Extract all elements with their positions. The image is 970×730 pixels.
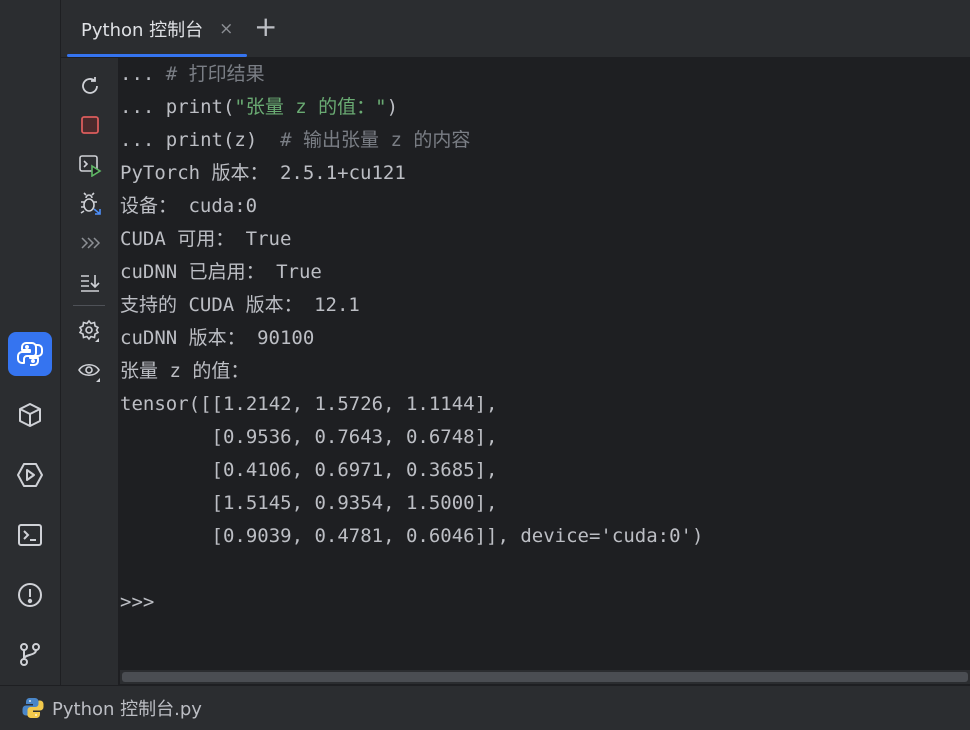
console-line: [0.4106, 0.6971, 0.3685], bbox=[120, 454, 498, 487]
console-line: cuDNN 已启用： True bbox=[120, 256, 322, 289]
console-line: ... print(z) # 输出张量 z 的内容 bbox=[120, 124, 470, 157]
variables-view-icon[interactable] bbox=[75, 356, 105, 386]
console-text: ) bbox=[386, 96, 399, 118]
console-text: PyTorch 版本： 2.5.1+cu121 bbox=[120, 162, 406, 184]
console-line: 支持的 CUDA 版本： 12.1 bbox=[120, 289, 360, 322]
git-icon[interactable] bbox=[8, 632, 52, 676]
terminal-icon[interactable] bbox=[8, 513, 52, 557]
console-line: >>> bbox=[120, 586, 154, 619]
tab-python-console[interactable]: Python 控制台 × bbox=[67, 0, 247, 57]
console-text: "张量 z 的值：" bbox=[234, 96, 387, 118]
python-packages-icon[interactable] bbox=[8, 393, 52, 437]
console-line: tensor([[1.2142, 1.5726, 1.1144], bbox=[120, 388, 498, 421]
settings-icon[interactable] bbox=[75, 316, 105, 346]
console-text: 张量 z 的值： bbox=[120, 360, 250, 382]
execute-console-icon[interactable] bbox=[75, 150, 105, 180]
console-text: tensor([[1.2142, 1.5726, 1.1144], bbox=[120, 393, 498, 415]
console-text: CUDA 可用： True bbox=[120, 228, 292, 250]
scrollbar-thumb[interactable] bbox=[122, 672, 968, 682]
console-text: 支持的 CUDA 版本： 12.1 bbox=[120, 294, 360, 316]
rerun-icon[interactable] bbox=[75, 71, 105, 101]
debug-icon[interactable] bbox=[75, 189, 105, 219]
console-line: 张量 z 的值： bbox=[120, 355, 249, 388]
python-console-icon[interactable] bbox=[8, 332, 52, 376]
status-file-label: Python 控制台.py bbox=[52, 699, 202, 720]
console-line: [0.9536, 0.7643, 0.6748], bbox=[120, 421, 498, 454]
scroll-to-end-icon[interactable] bbox=[75, 267, 105, 297]
problems-icon[interactable] bbox=[8, 573, 52, 617]
console-line: ... # 打印结果 bbox=[120, 58, 265, 91]
console-text: [0.4106, 0.6971, 0.3685], bbox=[120, 459, 498, 481]
stop-icon[interactable] bbox=[75, 110, 105, 140]
python-file-icon bbox=[22, 697, 44, 719]
console-text: ... print( bbox=[120, 96, 235, 118]
add-tab-icon[interactable]: + bbox=[254, 12, 277, 42]
console-toolbar bbox=[61, 58, 119, 685]
console-text: cuDNN 版本： 90100 bbox=[120, 327, 315, 349]
console-text: cuDNN 已启用： True bbox=[120, 261, 322, 283]
services-icon[interactable] bbox=[8, 453, 52, 497]
console-text: [0.9536, 0.7643, 0.6748], bbox=[120, 426, 498, 448]
console-text: ... bbox=[120, 63, 166, 85]
console-output[interactable]: ... # 打印结果... print("张量 z 的值：")... print… bbox=[120, 58, 970, 670]
tab-label: Python 控制台 bbox=[81, 19, 204, 41]
console-text: [1.5145, 0.9354, 1.5000], bbox=[120, 492, 498, 514]
close-icon[interactable]: × bbox=[219, 19, 233, 39]
console-text: # 打印结果 bbox=[165, 63, 265, 85]
console-line: 设备： cuda:0 bbox=[120, 190, 257, 223]
tab-bar: Python 控制台 × + bbox=[61, 0, 970, 58]
toolbar-divider bbox=[73, 305, 105, 306]
horizontal-scrollbar[interactable] bbox=[120, 670, 970, 684]
console-text: 设备： cuda:0 bbox=[120, 195, 258, 217]
console-history-icon[interactable] bbox=[75, 228, 105, 258]
console-text: [0.9039, 0.4781, 0.6046]], device='cuda:… bbox=[120, 525, 704, 547]
console-line: ... print("张量 z 的值：") bbox=[120, 91, 398, 124]
console-line: CUDA 可用： True bbox=[120, 223, 291, 256]
active-tab-indicator bbox=[67, 54, 247, 57]
console-text: ... print(z) bbox=[120, 129, 281, 151]
status-bar: Python 控制台.py bbox=[0, 685, 970, 730]
console-line: [1.5145, 0.9354, 1.5000], bbox=[120, 487, 498, 520]
left-tool-strip bbox=[0, 0, 61, 685]
console-line: cuDNN 版本： 90100 bbox=[120, 322, 314, 355]
console-line: [0.9039, 0.4781, 0.6046]], device='cuda:… bbox=[120, 520, 704, 553]
breadcrumb-file[interactable]: Python 控制台.py bbox=[22, 695, 202, 721]
console-line: PyTorch 版本： 2.5.1+cu121 bbox=[120, 157, 406, 190]
console-text: >>> bbox=[120, 591, 155, 613]
console-text: # 输出张量 z 的内容 bbox=[280, 129, 471, 151]
